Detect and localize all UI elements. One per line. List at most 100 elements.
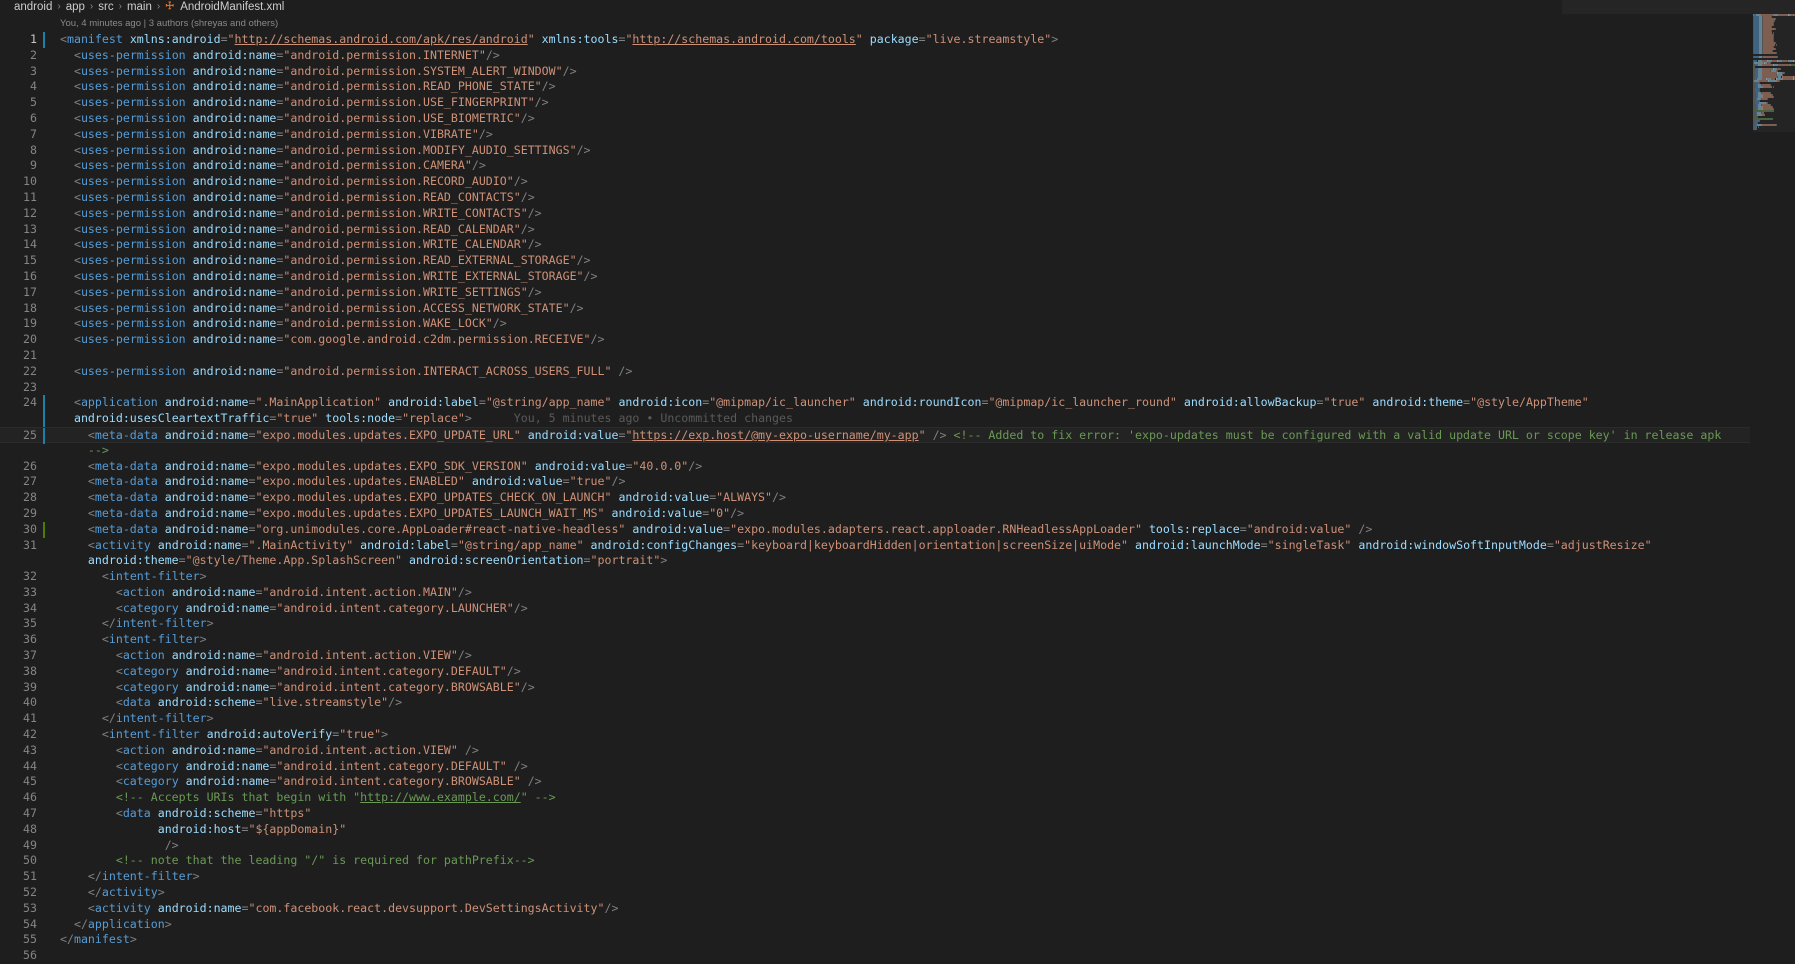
code-text[interactable]: </intent-filter> xyxy=(60,711,214,727)
code-text[interactable]: <uses-permission android:name="android.p… xyxy=(60,48,500,64)
code-line[interactable]: 46 <!-- Accepts URIs that begin with "ht… xyxy=(0,790,1750,806)
code-line[interactable]: 15 <uses-permission android:name="androi… xyxy=(0,253,1750,269)
code-line[interactable]: 21 xyxy=(0,348,1750,364)
code-text[interactable]: <data android:scheme="live.streamstyle"/… xyxy=(60,695,402,711)
code-text[interactable]: /> xyxy=(60,838,179,854)
code-line[interactable]: android:usesCleartextTraffic="true" tool… xyxy=(0,411,1750,427)
code-line[interactable]: 47 <data android:scheme="https" xyxy=(0,806,1750,822)
code-text[interactable]: <action android:name="android.intent.act… xyxy=(60,743,479,759)
code-line[interactable]: 45 <category android:name="android.inten… xyxy=(0,774,1750,790)
code-text[interactable]: <uses-permission android:name="android.p… xyxy=(60,206,542,222)
code-text[interactable]: <category android:name="android.intent.c… xyxy=(60,759,528,775)
code-line[interactable]: 6 <uses-permission android:name="android… xyxy=(0,111,1750,127)
code-text[interactable]: <meta-data android:name="expo.modules.up… xyxy=(60,490,786,506)
code-line[interactable]: 5 <uses-permission android:name="android… xyxy=(0,95,1750,111)
breadcrumb-item-file[interactable]: AndroidManifest.xml xyxy=(180,1,284,13)
code-line[interactable]: 9 <uses-permission android:name="android… xyxy=(0,158,1750,174)
code-line[interactable]: 10 <uses-permission android:name="androi… xyxy=(0,174,1750,190)
code-line[interactable]: 19 <uses-permission android:name="androi… xyxy=(0,316,1750,332)
code-line[interactable]: 49 /> xyxy=(0,838,1750,854)
code-text[interactable]: <category android:name="android.intent.c… xyxy=(60,680,535,696)
code-text[interactable]: android:theme="@style/Theme.App.SplashSc… xyxy=(60,553,667,569)
blame-header[interactable]: You, 4 minutes ago | 3 authors (shreyas … xyxy=(60,18,278,29)
code-text[interactable]: <uses-permission android:name="android.p… xyxy=(60,301,584,317)
code-line[interactable]: 50 <!-- note that the leading "/" is req… xyxy=(0,853,1750,869)
code-line[interactable]: android:theme="@style/Theme.App.SplashSc… xyxy=(0,553,1750,569)
code-text[interactable]: <uses-permission android:name="android.p… xyxy=(60,316,507,332)
git-change-indicator[interactable] xyxy=(43,521,45,538)
code-line[interactable]: 13 <uses-permission android:name="androi… xyxy=(0,222,1750,238)
code-text[interactable]: <uses-permission android:name="android.p… xyxy=(60,364,632,380)
code-text[interactable]: <meta-data android:name="expo.modules.up… xyxy=(60,459,702,475)
code-text[interactable]: --> xyxy=(60,443,109,459)
code-text[interactable]: <category android:name="android.intent.c… xyxy=(60,774,542,790)
code-text[interactable]: android:usesCleartextTraffic="true" tool… xyxy=(60,411,793,427)
code-line[interactable]: 30 <meta-data android:name = "org.unimodul… xyxy=(0,521,1750,538)
code-text[interactable]: </intent-filter> xyxy=(60,869,200,885)
code-text[interactable]: <intent-filter> xyxy=(60,569,207,585)
code-text[interactable]: <manifest xmlns:android="http://schemas.… xyxy=(60,32,1058,48)
code-line[interactable]: 22 <uses-permission android:name="androi… xyxy=(0,364,1750,380)
code-text[interactable]: <meta-data android:name="expo.modules.up… xyxy=(60,506,744,522)
code-line[interactable]: 11 <uses-permission android:name="androi… xyxy=(0,190,1750,206)
code-line[interactable]: 26 <meta-data android:name="expo.modules… xyxy=(0,459,1750,475)
code-line[interactable]: 32 <intent-filter> xyxy=(0,569,1750,585)
code-line[interactable]: 38 <category android:name="android.inten… xyxy=(0,664,1750,680)
breadcrumb-item-src[interactable]: src xyxy=(98,1,113,13)
code-text[interactable]: <activity android:name = ".MainActivity" a… xyxy=(60,538,1652,554)
code-text[interactable]: <uses-permission android:name="android.p… xyxy=(60,95,549,111)
code-line[interactable]: 14 <uses-permission android:name="androi… xyxy=(0,237,1750,253)
code-text[interactable]: <data android:scheme="https" xyxy=(60,806,312,822)
breadcrumb-item-main[interactable]: main xyxy=(127,1,152,13)
breadcrumb[interactable]: android › app › src › main › ☩ AndroidMa… xyxy=(0,0,1795,13)
code-line[interactable]: 4 <uses-permission android:name="android… xyxy=(0,79,1750,95)
code-text[interactable]: </activity> xyxy=(60,885,165,901)
code-line[interactable]: 43 <action android:name="android.intent.… xyxy=(0,743,1750,759)
code-line[interactable]: 7 <uses-permission android:name="android… xyxy=(0,127,1750,143)
code-line[interactable]: 18 <uses-permission android:name="androi… xyxy=(0,301,1750,317)
code-line[interactable]: 52 </activity> xyxy=(0,885,1750,901)
code-line[interactable]: 17 <uses-permission android:name="androi… xyxy=(0,285,1750,301)
code-line[interactable]: 23 xyxy=(0,380,1750,396)
code-text[interactable]: <category android:name="android.intent.c… xyxy=(60,664,521,680)
code-line[interactable]: 2 <uses-permission android:name="android… xyxy=(0,48,1750,64)
code-line[interactable]: 48 android:host="${appDomain}" xyxy=(0,822,1750,838)
code-text[interactable]: <uses-permission android:name="com.googl… xyxy=(60,332,605,348)
code-text[interactable]: <uses-permission android:name="android.p… xyxy=(60,143,591,159)
git-change-indicator[interactable] xyxy=(43,411,45,427)
code-line[interactable]: 31 <activity android:name = ".MainActivity… xyxy=(0,538,1750,554)
code-line[interactable]: 54 </application> xyxy=(0,917,1750,933)
code-text[interactable]: <uses-permission android:name="android.p… xyxy=(60,158,486,174)
code-line[interactable]: 1 <manifest xmlns:android="http://schemas… xyxy=(0,32,1750,48)
code-text[interactable]: <uses-permission android:name="android.p… xyxy=(60,285,542,301)
code-line[interactable]: 53 <activity android:name="com.facebook.… xyxy=(0,901,1750,917)
code-text[interactable]: android:host="${appDomain}" xyxy=(60,822,346,838)
code-line[interactable]: 27 <meta-data android:name = "expo.modules… xyxy=(0,474,1750,490)
code-line[interactable]: 51 </intent-filter> xyxy=(0,869,1750,885)
code-line[interactable]: 56 xyxy=(0,948,1750,964)
code-line[interactable]: 28 <meta-data android:name="expo.modules… xyxy=(0,490,1750,506)
code-text[interactable]: <category android:name="android.intent.c… xyxy=(60,601,528,617)
minimap-slider[interactable] xyxy=(1753,14,1795,132)
code-text[interactable]: <!-- Accepts URIs that begin with "http:… xyxy=(60,790,556,806)
code-text[interactable]: <meta-data android:name="expo.modules.up… xyxy=(60,474,626,490)
code-line[interactable]: 37 <action android:name="android.intent.… xyxy=(0,648,1750,664)
code-line[interactable]: 41 </intent-filter> xyxy=(0,711,1750,727)
code-text[interactable]: <uses-permission android:name="android.p… xyxy=(60,253,591,269)
code-text[interactable]: <application android:name = ".MainApplicat… xyxy=(60,395,1589,411)
code-line[interactable]: 42 <intent-filter android:autoVerify="tr… xyxy=(0,727,1750,743)
code-text[interactable]: <intent-filter android:autoVerify="true"… xyxy=(60,727,388,743)
git-change-indicator[interactable] xyxy=(43,427,45,444)
breadcrumb-item-app[interactable]: app xyxy=(66,1,85,13)
code-line[interactable]: 20 <uses-permission android:name="com.go… xyxy=(0,332,1750,348)
code-line[interactable]: 40 <data android:scheme="live.streamstyl… xyxy=(0,695,1750,711)
git-change-indicator[interactable] xyxy=(43,395,45,412)
code-line[interactable]: 44 <category android:name="android.inten… xyxy=(0,759,1750,775)
code-text[interactable]: <intent-filter> xyxy=(60,632,207,648)
code-line[interactable]: 35 </intent-filter> xyxy=(0,616,1750,632)
code-text[interactable]: <uses-permission android:name="android.p… xyxy=(60,111,535,127)
git-change-indicator[interactable] xyxy=(43,32,45,48)
breadcrumb-item-android[interactable]: android xyxy=(14,1,52,13)
code-line[interactable]: 55 </manifest> xyxy=(0,932,1750,948)
code-line[interactable]: 25 <meta-data android:name="expo.modules… xyxy=(0,426,1750,444)
